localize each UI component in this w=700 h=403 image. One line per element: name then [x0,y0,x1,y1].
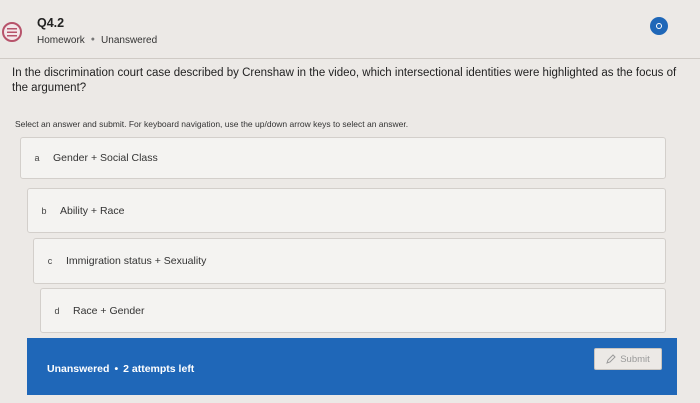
footer-status: Unanswered [47,362,110,375]
instructions-text: Select an answer and submit. For keyboar… [15,119,409,129]
choice-label: Race + Gender [73,304,145,317]
status-label: Unanswered [101,35,158,46]
list-icon [2,22,22,42]
choice-letter: c [47,256,53,266]
category-label: Homework [37,35,85,46]
question-meta: Homework ● Unanswered [37,35,157,46]
choice-a[interactable]: a Gender + Social Class [20,137,666,179]
header-divider [0,58,700,59]
choice-d[interactable]: d Race + Gender [40,288,666,333]
footer-separator: • [114,362,119,375]
footer-bar: Unanswered • 2 attempts left Submit [27,338,677,395]
submit-button[interactable]: Submit [594,348,662,370]
choice-b[interactable]: b Ability + Race [27,188,666,233]
choice-letter: a [34,153,40,163]
question-text: In the discrimination court case describ… [12,67,677,94]
submit-label: Submit [620,353,650,365]
attempts-left: 2 attempts left [123,362,195,375]
choice-letter: b [41,205,47,216]
choice-label: Gender + Social Class [53,152,158,164]
attempt-status: Unanswered • 2 attempts left [47,363,194,375]
meta-separator: ● [90,36,96,43]
choice-letter: d [54,305,60,316]
unanswered-dot-icon [650,17,668,35]
pencil-icon [606,354,616,364]
choice-label: Ability + Race [60,204,125,217]
choice-c[interactable]: c Immigration status + Sexuality [33,238,666,284]
choice-label: Immigration status + Sexuality [66,255,207,267]
question-number: Q4.2 [37,16,65,30]
